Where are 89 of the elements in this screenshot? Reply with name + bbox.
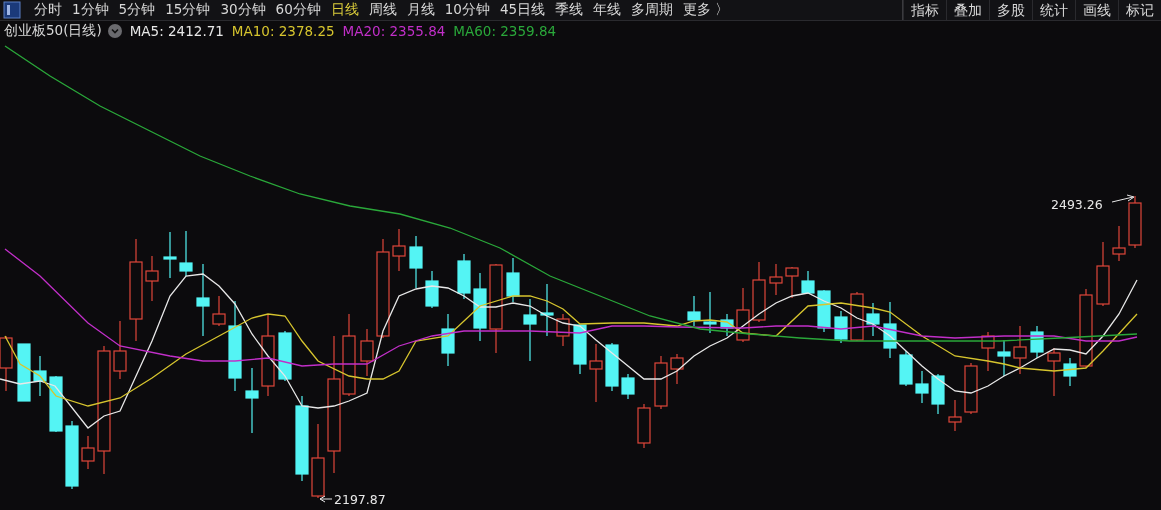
candlestick xyxy=(441,313,455,367)
low-price-label: 2197.87 xyxy=(334,492,386,506)
candlestick xyxy=(392,228,406,272)
candlestick xyxy=(17,343,31,402)
candlestick xyxy=(1030,325,1044,359)
candlestick xyxy=(883,301,897,359)
toolbar-button[interactable]: 叠加 xyxy=(946,0,989,20)
chart-title: 创业板50(日线) xyxy=(4,21,102,40)
candlestick xyxy=(556,313,570,347)
candlestick xyxy=(703,291,717,334)
candlestick xyxy=(1063,357,1077,387)
candlestick xyxy=(573,324,587,375)
candlestick xyxy=(850,291,864,342)
toolbar-button[interactable]: 多股 xyxy=(989,0,1032,20)
period-tab[interactable]: 10分钟 xyxy=(439,1,495,19)
candlestick xyxy=(113,320,127,380)
candlestick xyxy=(49,375,63,433)
candlestick xyxy=(425,270,439,309)
candlestick xyxy=(931,373,945,415)
low-marker-arrow xyxy=(319,495,333,503)
high-marker-arrow xyxy=(1111,194,1135,203)
candlestick xyxy=(589,343,603,403)
candlestick xyxy=(687,295,701,327)
candlestick xyxy=(654,355,668,410)
candlestick xyxy=(720,313,734,337)
candlestick xyxy=(637,403,651,449)
candlestick xyxy=(769,263,783,296)
candlestick xyxy=(915,370,929,404)
period-tab[interactable]: 15分钟 xyxy=(160,1,216,19)
moving-average-value: MA5: 2412.71 xyxy=(129,22,224,39)
candlestick xyxy=(801,270,815,294)
candlestick xyxy=(409,235,423,289)
candlestick xyxy=(540,283,554,337)
candlestick xyxy=(523,298,537,362)
candlestick xyxy=(1112,225,1126,262)
period-tab[interactable]: 30分钟 xyxy=(215,1,271,19)
candlestick xyxy=(736,287,750,343)
candlestick xyxy=(81,435,95,470)
period-tab[interactable]: 多周期 xyxy=(626,1,679,19)
moving-average-value: MA10: 2378.25 xyxy=(231,22,335,39)
period-tab[interactable]: 季线 xyxy=(550,1,589,19)
period-tab[interactable]: 5分钟 xyxy=(113,1,161,19)
candlestick xyxy=(670,353,684,385)
period-tab[interactable]: 更多 〉 xyxy=(678,1,735,19)
candlestick xyxy=(1047,347,1061,397)
candlestick xyxy=(817,289,831,333)
candlestick xyxy=(457,253,471,300)
candlestick xyxy=(899,350,913,387)
candlestick xyxy=(964,362,978,415)
candlestick xyxy=(278,330,292,382)
candlestick xyxy=(997,339,1011,377)
period-tab[interactable]: 月线 xyxy=(401,1,440,19)
candlestick xyxy=(834,310,848,344)
candlestick xyxy=(785,266,799,299)
candlestick xyxy=(621,373,635,400)
candlestick xyxy=(605,342,619,392)
candlestick xyxy=(473,272,487,342)
candlestick xyxy=(65,420,79,490)
moving-average-value: MA20: 2355.84 xyxy=(342,22,446,39)
period-tab[interactable]: 日线 xyxy=(325,1,364,19)
period-tab[interactable]: 分时 xyxy=(29,1,67,19)
candlestick xyxy=(145,255,159,302)
panel-toggle-icon[interactable] xyxy=(3,1,21,19)
period-tab[interactable]: 45日线 xyxy=(494,1,551,19)
candlestick xyxy=(33,355,47,397)
candlestick xyxy=(981,331,995,372)
candlestick xyxy=(866,302,880,337)
toolbar-button[interactable]: 画线 xyxy=(1075,0,1118,20)
candlestick xyxy=(752,261,766,323)
period-tab[interactable]: 60分钟 xyxy=(270,1,326,19)
moving-average-value: MA60: 2359.84 xyxy=(453,22,557,39)
period-tab[interactable]: 周线 xyxy=(363,1,402,19)
candlestick xyxy=(948,399,962,432)
toolbar-button[interactable]: 标记 xyxy=(1118,0,1161,20)
period-tab[interactable]: 1分钟 xyxy=(67,1,114,19)
candlestick xyxy=(163,231,177,279)
chevron-down-icon[interactable] xyxy=(107,23,122,38)
candlestick xyxy=(360,328,374,377)
candlestick xyxy=(1013,325,1027,375)
candlestick xyxy=(179,230,193,277)
toolbar-button[interactable]: 指标 xyxy=(903,0,946,20)
high-price-label: 2493.26 xyxy=(1051,197,1103,212)
candlestick xyxy=(245,367,259,434)
candlestick xyxy=(1128,195,1142,249)
candlestick xyxy=(506,257,520,303)
candlestick xyxy=(212,295,226,327)
period-tab[interactable]: 年线 xyxy=(588,1,627,19)
candlestick xyxy=(1096,241,1110,307)
toolbar-button[interactable]: 统计 xyxy=(1032,0,1075,20)
